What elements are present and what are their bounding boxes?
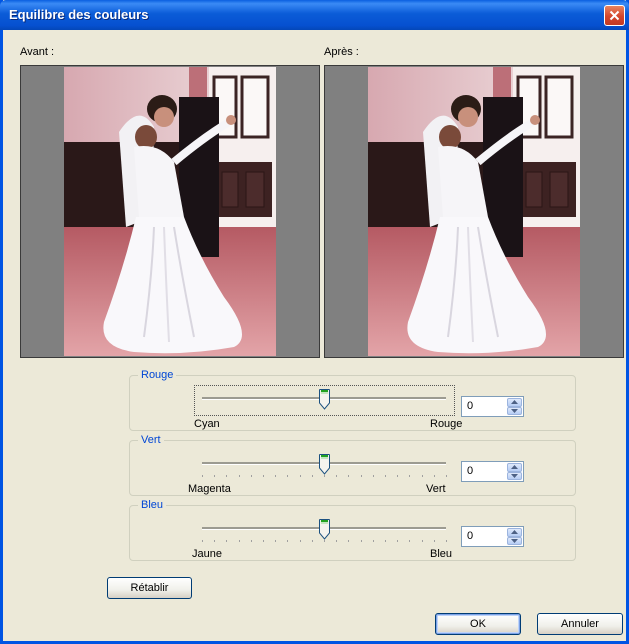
slider-tick — [202, 540, 203, 542]
slider-tick — [263, 475, 264, 477]
slider-thumb-vert[interactable] — [319, 454, 330, 475]
slider-tick — [446, 540, 447, 542]
rouge-value-spinner[interactable]: 0 — [461, 396, 524, 417]
bleu-min-label: Jaune — [192, 548, 222, 560]
slider-tick — [348, 540, 349, 542]
arrow-down-icon — [511, 538, 518, 543]
slider-tick — [312, 475, 313, 477]
slider-thumb-rouge[interactable] — [319, 389, 330, 410]
group-rouge-title: Rouge — [138, 369, 177, 382]
slider-tick — [422, 540, 423, 542]
slider-tick — [300, 475, 301, 477]
slider-thumb-icon — [319, 389, 330, 410]
bleu-spin-down-button[interactable] — [507, 536, 522, 545]
ok-button[interactable]: OK — [435, 613, 521, 635]
close-icon — [609, 10, 620, 21]
arrow-up-icon — [511, 530, 518, 535]
slider-tick — [202, 475, 203, 477]
bleu-value-spinner[interactable]: 0 — [461, 526, 524, 547]
slider-tick — [214, 540, 215, 542]
after-label: Après : — [324, 46, 359, 58]
after-preview — [324, 65, 624, 358]
rouge-spin-down-button[interactable] — [507, 406, 522, 415]
vert-value-spinner[interactable]: 0 — [461, 461, 524, 482]
slider-tick — [409, 475, 410, 477]
slider-tick — [287, 540, 288, 542]
rouge-min-label: Cyan — [194, 418, 220, 430]
arrow-up-icon — [511, 465, 518, 470]
slider-tick — [300, 540, 301, 542]
reset-button-label: Rétablir — [130, 582, 169, 594]
slider-tick — [373, 540, 374, 542]
slider-tick — [251, 540, 252, 542]
cancel-button[interactable]: Annuler — [537, 613, 623, 635]
group-vert: Vert Magenta Vert 0 — [129, 434, 576, 496]
slider-ticks-bleu — [202, 540, 448, 544]
slider-tick — [409, 540, 410, 542]
slider-tick — [361, 540, 362, 542]
slider-tick — [434, 540, 435, 542]
color-balance-dialog: Equilibre des couleurs Avant : Après : R… — [0, 0, 629, 644]
slider-tick — [434, 475, 435, 477]
slider-tick — [385, 475, 386, 477]
slider-tick — [287, 475, 288, 477]
arrow-down-icon — [511, 408, 518, 413]
window-title: Equilibre des couleurs — [9, 7, 149, 22]
ok-button-label: OK — [470, 618, 486, 630]
slider-tick — [422, 475, 423, 477]
rouge-max-label: Rouge — [430, 418, 463, 430]
group-vert-title: Vert — [138, 434, 164, 447]
vert-max-label: Vert — [426, 483, 446, 495]
group-bleu-title: Bleu — [138, 499, 167, 512]
arrow-down-icon — [511, 473, 518, 478]
slider-tick — [214, 475, 215, 477]
slider-tick — [275, 540, 276, 542]
slider-thumb-bleu[interactable] — [319, 519, 330, 540]
slider-tick — [385, 540, 386, 542]
group-rouge: Rouge Cyan Rouge 0 — [129, 369, 576, 431]
slider-tick — [397, 475, 398, 477]
slider-tick — [226, 475, 227, 477]
slider-tick — [373, 475, 374, 477]
bleu-spin-up-button[interactable] — [507, 528, 522, 537]
slider-tick — [239, 540, 240, 542]
slider-tick — [361, 475, 362, 477]
slider-tick — [336, 475, 337, 477]
rouge-value-input[interactable]: 0 — [467, 400, 473, 412]
slider-tick — [251, 475, 252, 477]
slider-tick — [239, 475, 240, 477]
close-button[interactable] — [604, 5, 625, 26]
slider-tick — [324, 540, 325, 542]
vert-min-label: Magenta — [188, 483, 231, 495]
vert-spin-down-button[interactable] — [507, 471, 522, 480]
slider-tick — [275, 475, 276, 477]
bleu-max-label: Bleu — [430, 548, 453, 560]
slider-tick — [446, 475, 447, 477]
before-image — [64, 67, 276, 356]
slider-tick — [312, 540, 313, 542]
slider-tick — [226, 540, 227, 542]
title-bar[interactable]: Equilibre des couleurs — [0, 0, 629, 30]
cancel-button-label: Annuler — [561, 618, 599, 630]
reset-button[interactable]: Rétablir — [107, 577, 192, 599]
arrow-up-icon — [511, 400, 518, 405]
slider-tick — [263, 540, 264, 542]
rouge-spin-up-button[interactable] — [507, 398, 522, 407]
slider-tick — [324, 475, 325, 477]
before-preview — [20, 65, 320, 358]
slider-tick — [397, 540, 398, 542]
slider-tick — [348, 475, 349, 477]
after-image — [368, 67, 580, 356]
bleu-value-input[interactable]: 0 — [467, 530, 473, 542]
vert-value-input[interactable]: 0 — [467, 465, 473, 477]
slider-tick — [336, 540, 337, 542]
slider-thumb-icon — [319, 454, 330, 475]
vert-spin-up-button[interactable] — [507, 463, 522, 472]
before-label: Avant : — [20, 46, 55, 58]
group-bleu: Bleu Jaune Bleu 0 — [129, 499, 576, 561]
slider-ticks-vert — [202, 475, 448, 479]
slider-thumb-icon — [319, 519, 330, 540]
